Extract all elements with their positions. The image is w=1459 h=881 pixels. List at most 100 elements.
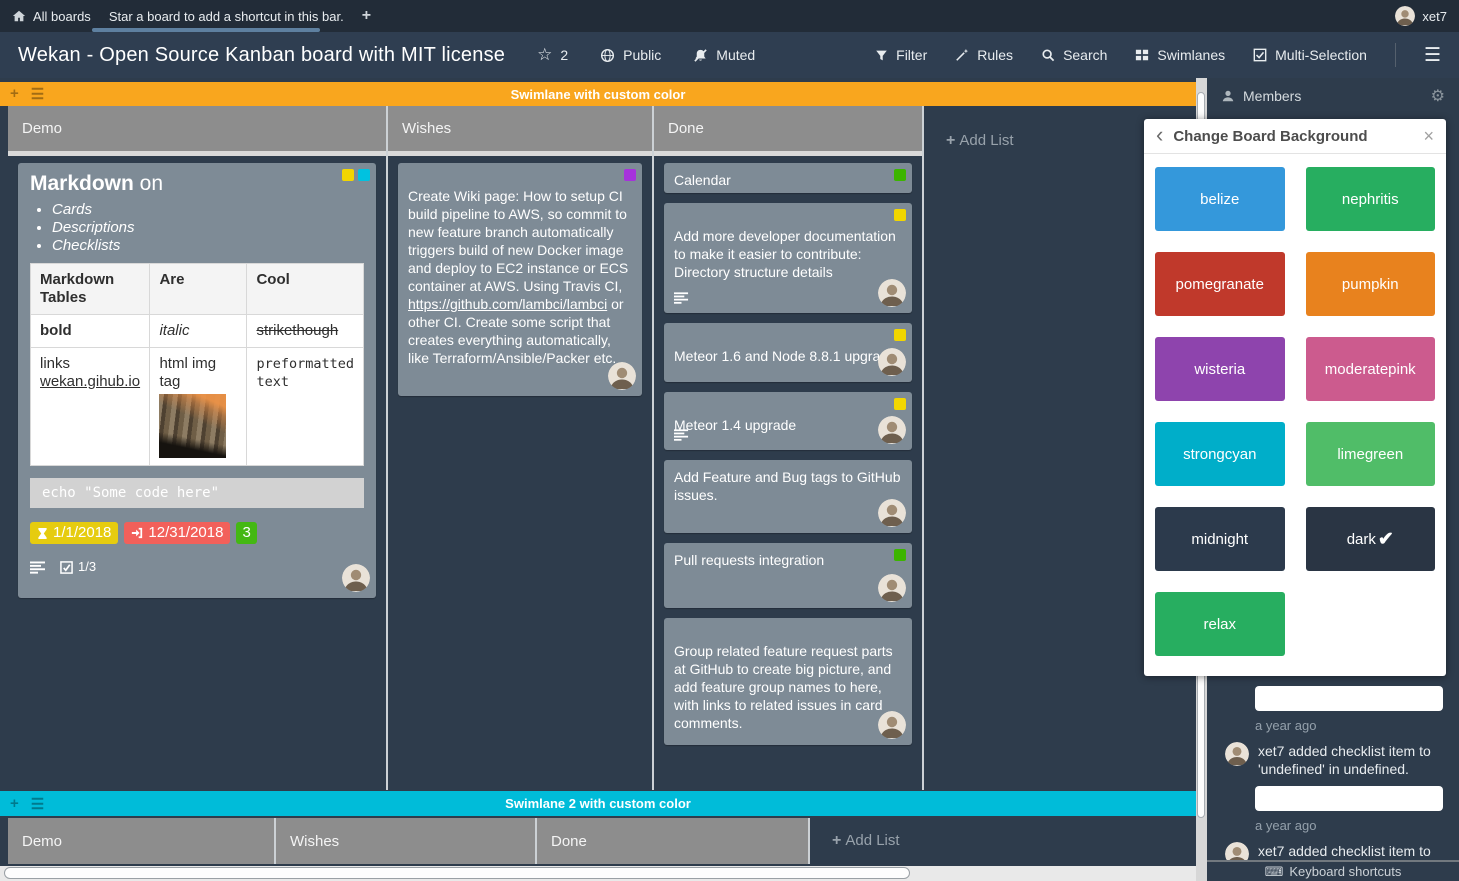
swimlane-2-bar: + ☰ Swimlane 2 with custom color bbox=[0, 791, 1196, 816]
list-wishes-header[interactable]: Wishes bbox=[388, 106, 652, 151]
horizontal-scrollbar-thumb[interactable] bbox=[4, 867, 910, 879]
card-title: Calendar bbox=[674, 172, 731, 188]
swatch-pumpkin[interactable]: pumpkin bbox=[1306, 252, 1436, 316]
swimlane-menu-icon[interactable]: ☰ bbox=[31, 85, 44, 103]
swatch-moderatepink[interactable]: moderatepink bbox=[1306, 337, 1436, 401]
card-title: Markdown on bbox=[30, 175, 366, 193]
list-done-2: Done bbox=[537, 818, 810, 864]
swatch-midnight[interactable]: midnight bbox=[1155, 507, 1285, 571]
activity-timestamp: a year ago bbox=[1255, 818, 1459, 833]
members-header: Members ⚙ bbox=[1207, 78, 1459, 114]
description-icon bbox=[674, 292, 689, 304]
card-member-avatar[interactable] bbox=[878, 416, 906, 444]
count-badge[interactable]: 3 bbox=[236, 522, 256, 544]
list-done: Done Calendar Add more developer documen… bbox=[654, 106, 924, 790]
left-gutter bbox=[0, 106, 8, 790]
swimlane-1-lists: Demo Markdown on Cards Descriptions Che bbox=[0, 106, 1196, 790]
card-pull-requests[interactable]: Pull requests integration bbox=[664, 543, 912, 608]
card-member-avatar[interactable] bbox=[878, 711, 906, 739]
all-boards-link[interactable]: All boards bbox=[33, 9, 91, 24]
list-demo-header[interactable]: Demo bbox=[8, 106, 386, 151]
bullet-item: Checklists bbox=[52, 237, 366, 255]
visibility-button[interactable]: Public bbox=[600, 47, 661, 63]
card-github-tags[interactable]: Add Feature and Bug tags to GitHub issue… bbox=[664, 460, 912, 533]
swatch-limegreen[interactable]: limegreen bbox=[1306, 422, 1436, 486]
swimlane-add-icon[interactable]: + bbox=[10, 795, 19, 813]
swimlane-menu-icon[interactable]: ☰ bbox=[31, 795, 44, 813]
list-demo-title: Demo bbox=[22, 120, 62, 137]
left-gutter bbox=[0, 818, 8, 864]
change-background-popup: ‹ Change Board Background × belize nephr… bbox=[1144, 119, 1446, 676]
search-icon bbox=[1041, 48, 1055, 62]
sign-in-arrow-icon bbox=[131, 527, 143, 539]
start-date-badge[interactable]: 1/1/2018 bbox=[30, 522, 118, 544]
swatch-pomegranate[interactable]: pomegranate bbox=[1155, 252, 1285, 316]
rules-button[interactable]: Rules bbox=[955, 47, 1013, 63]
card-group-features[interactable]: Group related feature request parts at G… bbox=[664, 618, 912, 745]
list-wishes-2: Wishes bbox=[276, 818, 537, 864]
add-list-label: Add List bbox=[845, 832, 899, 849]
card-markdown-demo[interactable]: Markdown on Cards Descriptions Checklist… bbox=[18, 163, 376, 598]
bullet-item: Cards bbox=[52, 201, 366, 219]
comment-input[interactable] bbox=[1255, 786, 1443, 811]
swatch-label: belize bbox=[1200, 191, 1239, 208]
list-done-2-header[interactable]: Done bbox=[537, 818, 808, 864]
card-member-avatar[interactable] bbox=[878, 499, 906, 527]
card-meteor-14[interactable]: Meteor 1.4 upgrade bbox=[664, 392, 912, 450]
swatch-dark[interactable]: dark✔ bbox=[1306, 507, 1436, 571]
swatch-label: relax bbox=[1203, 616, 1236, 633]
list-wishes: Wishes Create Wiki page: How to setup CI… bbox=[388, 106, 654, 790]
hourglass-icon bbox=[37, 527, 48, 540]
list-demo-2-header[interactable]: Demo bbox=[8, 818, 274, 864]
card-member-avatar[interactable] bbox=[878, 574, 906, 602]
comment-input[interactable] bbox=[1255, 686, 1443, 711]
search-label: Search bbox=[1063, 47, 1107, 63]
add-list-button-2[interactable]: +Add List bbox=[810, 818, 1196, 864]
card-member-avatar[interactable] bbox=[342, 564, 370, 592]
list-wishes-2-title: Wishes bbox=[290, 833, 339, 850]
user-avatar[interactable] bbox=[1395, 6, 1415, 26]
muted-button[interactable]: Muted bbox=[693, 47, 755, 63]
card-developer-docs[interactable]: Add more developer documentation to make… bbox=[664, 203, 912, 313]
card-label-yellow bbox=[342, 169, 354, 181]
search-button[interactable]: Search bbox=[1041, 47, 1107, 63]
swimlanes-button[interactable]: Swimlanes bbox=[1135, 47, 1225, 63]
swatch-relax[interactable]: relax bbox=[1155, 592, 1285, 656]
home-button[interactable]: All boards bbox=[12, 9, 91, 24]
wekan-app: All boards Star a board to add a shortcu… bbox=[0, 0, 1459, 881]
multi-selection-button[interactable]: Multi-Selection bbox=[1253, 47, 1367, 63]
add-board-button[interactable]: + bbox=[362, 7, 371, 25]
list-done-header[interactable]: Done bbox=[654, 106, 922, 151]
gear-icon[interactable]: ⚙ bbox=[1431, 86, 1445, 106]
filter-button[interactable]: Filter bbox=[875, 47, 927, 63]
activity-avatar[interactable] bbox=[1225, 742, 1249, 766]
swatch-belize[interactable]: belize bbox=[1155, 167, 1285, 231]
close-icon[interactable]: × bbox=[1423, 126, 1434, 147]
card-title: Add more developer documentation to make… bbox=[674, 228, 896, 280]
swimlane-add-icon[interactable]: + bbox=[10, 85, 19, 103]
wekan-link[interactable]: wekan.gihub.io bbox=[40, 373, 140, 390]
card-member-avatar[interactable] bbox=[878, 279, 906, 307]
card-footer: 1/3 bbox=[30, 558, 366, 576]
list-wishes-2-header[interactable]: Wishes bbox=[276, 818, 535, 864]
card-member-avatar[interactable] bbox=[878, 348, 906, 376]
swatch-strongcyan[interactable]: strongcyan bbox=[1155, 422, 1285, 486]
back-chevron-icon[interactable]: ‹ bbox=[1156, 124, 1163, 146]
swatch-label: moderatepink bbox=[1325, 361, 1416, 378]
due-date-badge[interactable]: 12/31/2018 bbox=[124, 522, 230, 544]
keyboard-shortcuts-button[interactable]: ⌨ Keyboard shortcuts bbox=[1207, 860, 1459, 881]
card-meteor-16[interactable]: Meteor 1.6 and Node 8.8.1 upgrade bbox=[664, 323, 912, 382]
multi-selection-icon bbox=[1253, 48, 1267, 62]
star-board-button[interactable]: ☆ 2 bbox=[537, 45, 568, 65]
activity-feed: a year ago xet7 added checklist item to … bbox=[1207, 682, 1459, 866]
card-calendar[interactable]: Calendar bbox=[664, 163, 912, 193]
board-header: Wekan - Open Source Kanban board with MI… bbox=[0, 32, 1459, 78]
swatch-wisteria[interactable]: wisteria bbox=[1155, 337, 1285, 401]
board-menu-icon[interactable]: ☰ bbox=[1424, 46, 1441, 65]
swatch-label: wisteria bbox=[1194, 361, 1245, 378]
card-member-avatar[interactable] bbox=[608, 362, 636, 390]
shortcut-hint-text: Star a board to add a shortcut in this b… bbox=[109, 9, 344, 24]
card-create-wiki[interactable]: Create Wiki page: How to setup CI build … bbox=[398, 163, 642, 396]
swatch-nephritis[interactable]: nephritis bbox=[1306, 167, 1436, 231]
lambci-link[interactable]: https://github.com/lambci/lambci bbox=[408, 296, 607, 312]
